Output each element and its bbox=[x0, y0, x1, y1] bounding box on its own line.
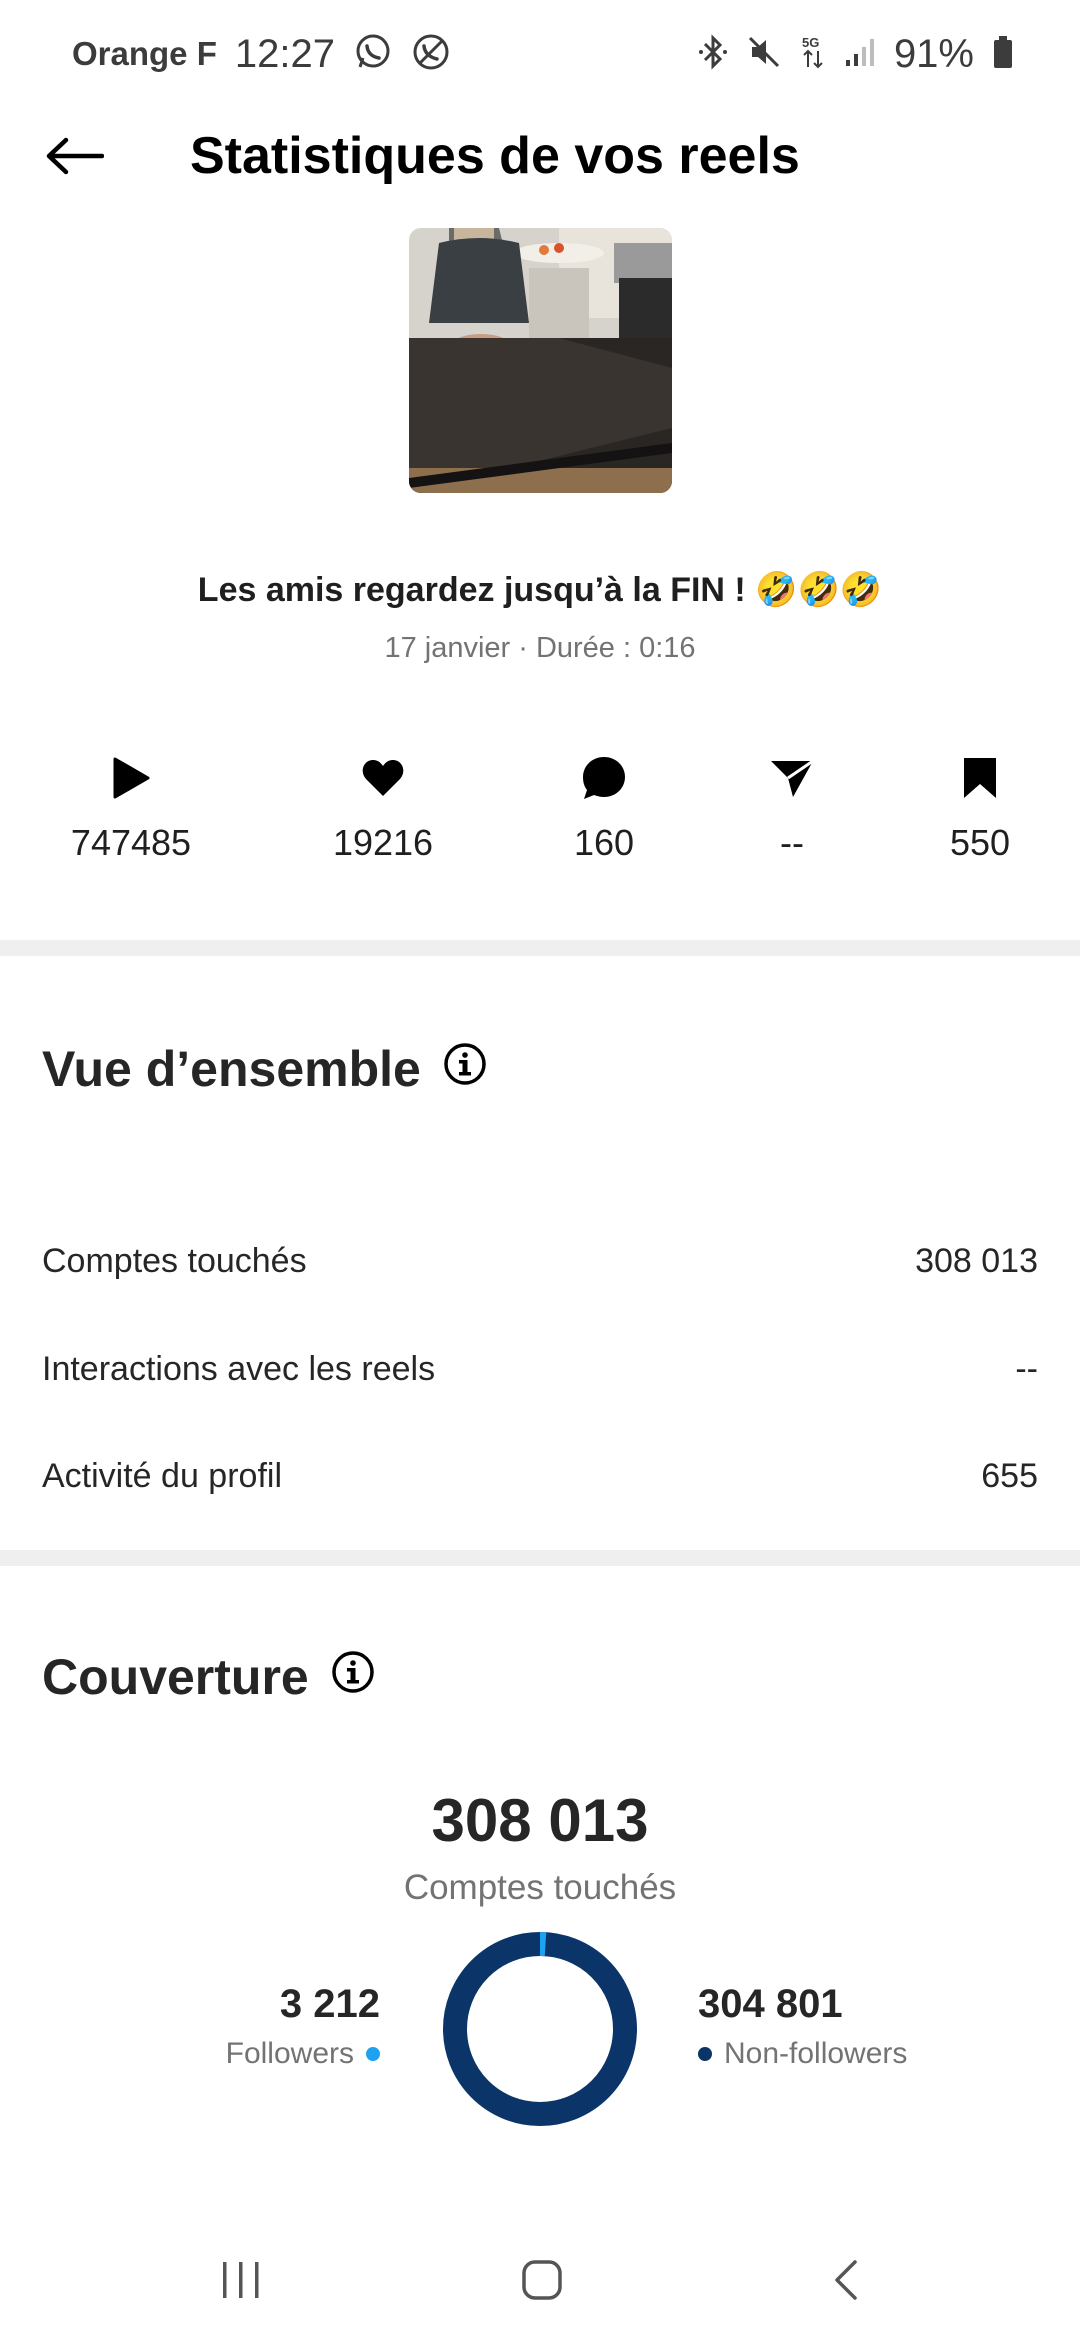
coverage-title: Couverture bbox=[42, 1649, 309, 1705]
donut-segment-non-followers bbox=[443, 1932, 637, 2126]
status-time: 12:27 bbox=[234, 31, 335, 76]
send-icon bbox=[692, 752, 892, 804]
reel-caption: Les amis regardez jusqu’à la FIN ! 🤣🤣🤣 bbox=[197, 571, 883, 609]
overview-row-value: -- bbox=[1015, 1350, 1038, 1388]
reach-total: 308 013 bbox=[431, 1787, 649, 1854]
mute-icon bbox=[746, 34, 782, 75]
coverage-donut-chart bbox=[443, 1932, 637, 2126]
overview-row-value: 655 bbox=[981, 1457, 1038, 1495]
home-icon bbox=[522, 2260, 562, 2300]
followers-value: 3 212 bbox=[279, 1982, 380, 2026]
overview-title: Vue d’ensemble bbox=[42, 1041, 421, 1097]
5g-icon: 5G bbox=[800, 34, 826, 75]
reel-meta: 17 janvier · Durée : 0:16 bbox=[384, 632, 696, 664]
recent-apps-button[interactable] bbox=[201, 2240, 281, 2320]
comments-count: 160 bbox=[573, 822, 635, 863]
battery-percent: 91% bbox=[893, 31, 974, 76]
non-followers-stat: 304 801 Non-followers bbox=[698, 1982, 907, 2071]
signal-icon bbox=[844, 34, 876, 75]
likes-stat: 19216 bbox=[283, 752, 483, 864]
home-button[interactable] bbox=[502, 2240, 582, 2320]
overview-row-label: Activité du profil bbox=[42, 1457, 282, 1495]
reach-total-label: Comptes touchés bbox=[403, 1868, 677, 1907]
status-bar-left: Orange F 12:27 bbox=[72, 30, 451, 78]
shares-count: -- bbox=[780, 822, 804, 863]
saves-count: 550 bbox=[949, 822, 1011, 863]
non-followers-legend-dot bbox=[698, 2047, 712, 2061]
non-followers-value: 304 801 bbox=[698, 1982, 843, 2026]
status-bar-right: 5G 91% bbox=[698, 30, 1014, 78]
overview-row-value: 308 013 bbox=[915, 1242, 1038, 1280]
non-followers-label: Non-followers bbox=[724, 2037, 908, 2070]
comments-stat: 160 bbox=[504, 752, 704, 864]
play-icon bbox=[31, 752, 231, 804]
followers-stat: 3 212 Followers bbox=[226, 1982, 380, 2071]
likes-count: 19216 bbox=[332, 822, 434, 863]
coverage-section-title: Couverture bbox=[42, 1648, 375, 1706]
followers-legend-dot bbox=[366, 2047, 380, 2061]
svg-text:5G: 5G bbox=[802, 35, 819, 50]
comment-icon bbox=[504, 752, 704, 804]
heart-icon bbox=[283, 752, 483, 804]
chevron-left-icon bbox=[835, 2260, 857, 2300]
shares-stat: -- bbox=[692, 752, 892, 864]
reel-thumbnail[interactable] bbox=[409, 228, 672, 493]
page-title: Statistiques de vos reels bbox=[190, 127, 800, 185]
missed-call-icon bbox=[411, 32, 451, 77]
whatsapp-icon bbox=[353, 32, 393, 77]
plays-stat: 747485 bbox=[31, 752, 231, 864]
bookmark-icon bbox=[880, 752, 1080, 804]
nav-back-button[interactable] bbox=[806, 2240, 886, 2320]
info-icon[interactable] bbox=[331, 1648, 375, 1706]
back-button[interactable] bbox=[38, 120, 110, 192]
carrier-name: Orange F bbox=[72, 35, 217, 72]
recent-apps-icon bbox=[223, 2262, 259, 2298]
overview-row-label: Comptes touchés bbox=[42, 1242, 307, 1280]
section-divider bbox=[0, 1550, 1080, 1566]
info-icon[interactable] bbox=[443, 1040, 487, 1098]
battery-icon bbox=[992, 34, 1014, 75]
overview-section-title: Vue d’ensemble bbox=[42, 1040, 487, 1098]
bluetooth-icon bbox=[698, 33, 728, 75]
followers-label: Followers bbox=[225, 2037, 354, 2070]
saves-stat: 550 bbox=[880, 752, 1080, 864]
section-divider bbox=[0, 940, 1080, 956]
arrow-left-icon bbox=[46, 137, 104, 175]
overview-row-label: Interactions avec les reels bbox=[42, 1350, 436, 1388]
plays-count: 747485 bbox=[70, 822, 192, 863]
